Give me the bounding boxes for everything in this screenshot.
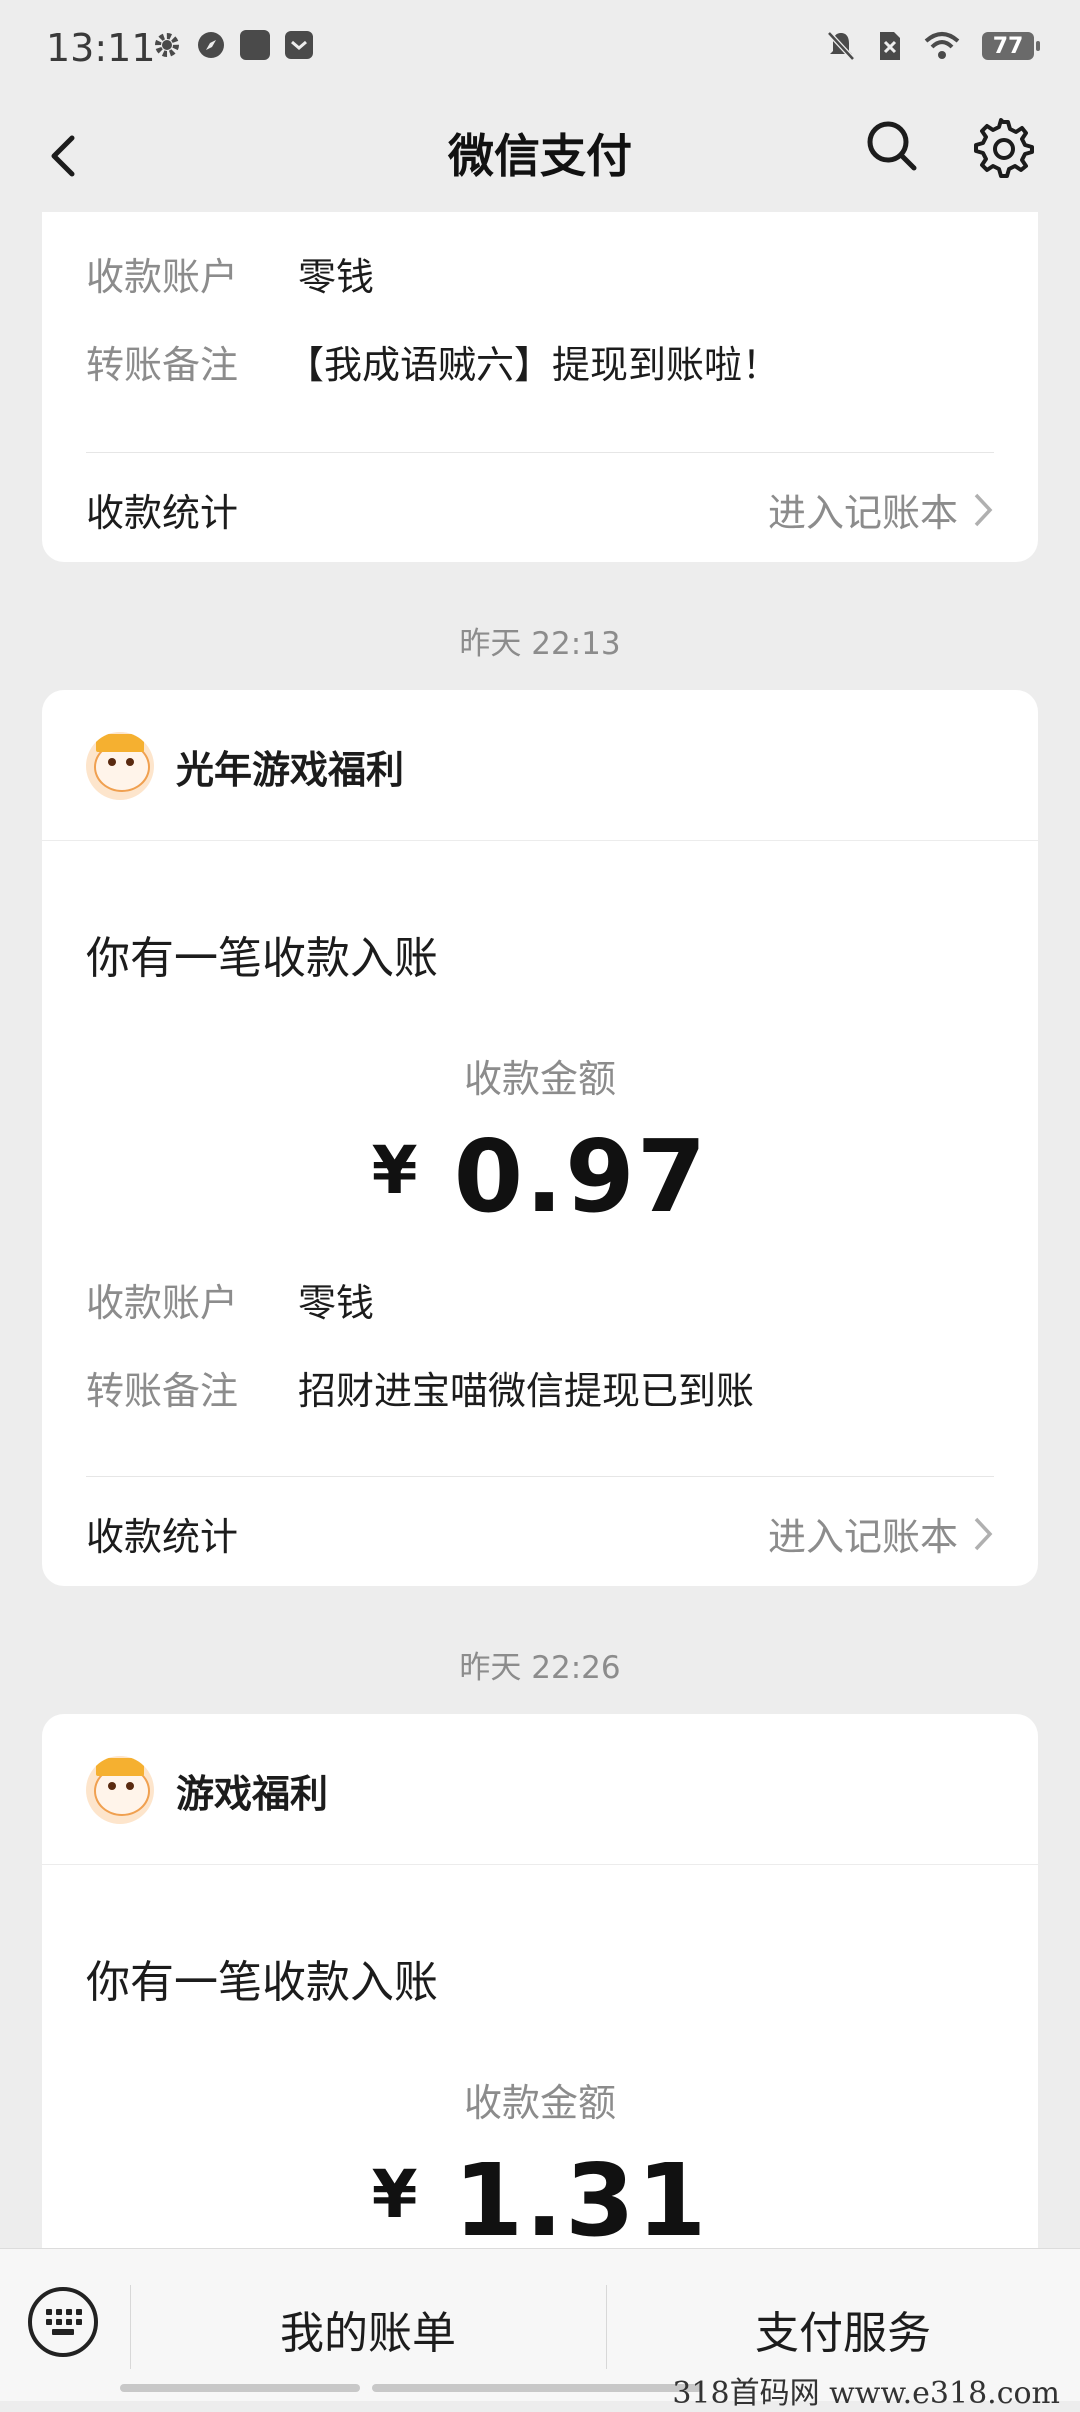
chevron-right-icon — [974, 493, 993, 526]
divider — [42, 840, 1038, 841]
remark-label: 转账备注 — [86, 343, 239, 387]
compass-status-icon — [198, 32, 224, 58]
divider — [42, 1864, 1038, 1865]
settings-status-icon — [155, 33, 179, 57]
wifi-icon — [924, 32, 960, 59]
keyboard-icon[interactable] — [28, 2287, 98, 2357]
amount-display: ¥0.97 — [42, 1118, 1038, 1235]
stats-label: 收款统计 — [86, 1515, 239, 1559]
remark-row: 转账备注 招财进宝喵微信提现已到账 — [86, 1360, 754, 1415]
status-system-icons: 77 — [826, 30, 1040, 62]
remark-label: 转账备注 — [86, 1369, 239, 1413]
search-icon[interactable] — [862, 116, 922, 176]
mute-bell-icon — [827, 31, 855, 61]
remark-value: 招财进宝喵微信提现已到账 — [298, 1369, 755, 1413]
gesture-bar — [372, 2384, 702, 2392]
stats-label: 收款统计 — [86, 491, 239, 535]
status-notification-icons — [152, 30, 314, 60]
account-label: 收款账户 — [86, 255, 239, 299]
battery-icon: 77 — [982, 32, 1040, 60]
message-timestamp: 昨天 22:26 — [459, 1650, 621, 1686]
ledger-link-label: 进入记账本 — [767, 491, 958, 535]
payment-card[interactable]: 游戏福利 你有一笔收款入账 收款金额 ¥1.31 — [42, 1714, 1038, 2274]
divider — [86, 452, 994, 453]
amount-label: 收款金额 — [463, 1057, 616, 1101]
payment-services-button[interactable]: 支付服务 — [606, 2297, 1080, 2361]
sender-name: 光年游戏福利 — [176, 747, 405, 792]
gear-icon[interactable] — [972, 116, 1034, 178]
amount-value: 0.97 — [453, 1118, 709, 1235]
sender-header: 游戏福利 — [86, 1756, 328, 1824]
amount-value: 1.31 — [453, 2142, 709, 2259]
sender-avatar — [86, 732, 154, 800]
sender-avatar — [86, 1756, 154, 1824]
remark-row: 转账备注 【我成语贼六】提现到账啦！ — [86, 334, 780, 389]
payment-card[interactable]: 光年游戏福利 你有一笔收款入账 收款金额 ¥0.97 收款账户 零钱 转账备注 … — [42, 690, 1038, 1586]
watermark: 318首码网 www.e318.com — [672, 2376, 1060, 2411]
sender-name: 游戏福利 — [176, 1771, 329, 1816]
currency-symbol: ¥ — [371, 2156, 420, 2233]
account-row: 收款账户 零钱 — [86, 1272, 374, 1327]
chevron-right-icon — [974, 1517, 993, 1550]
account-row: 收款账户 零钱 — [86, 246, 374, 301]
account-value: 零钱 — [298, 1281, 375, 1325]
ledger-link[interactable]: 进入记账本 — [768, 1506, 994, 1561]
status-time: 13:11 — [46, 26, 156, 70]
status-bar: 13:11 77 — [0, 0, 1080, 100]
currency-symbol: ¥ — [371, 1132, 420, 1209]
account-value: 零钱 — [298, 255, 375, 299]
app-status-icon — [240, 30, 270, 60]
ledger-link-label: 进入记账本 — [767, 1515, 958, 1559]
remark-value: 【我成语贼六】提现到账啦！ — [286, 343, 781, 387]
ledger-link[interactable]: 进入记账本 — [768, 482, 994, 537]
gesture-bar — [120, 2384, 360, 2392]
account-label: 收款账户 — [86, 1281, 239, 1325]
amount-label: 收款金额 — [463, 2081, 616, 2125]
notice-headline: 你有一笔收款入账 — [86, 1957, 438, 2008]
message-timestamp: 昨天 22:13 — [459, 626, 621, 662]
no-sim-icon — [880, 32, 900, 60]
amount-display: ¥1.31 — [42, 2142, 1038, 2259]
my-bills-button[interactable]: 我的账单 — [130, 2297, 606, 2361]
sender-header: 光年游戏福利 — [86, 732, 404, 800]
divider — [86, 1476, 994, 1477]
payment-card-previous: 收款账户 零钱 转账备注 【我成语贼六】提现到账啦！ 收款统计 进入记账本 — [42, 212, 1038, 562]
notice-headline: 你有一笔收款入账 — [86, 933, 438, 984]
mail-status-icon — [285, 31, 313, 59]
